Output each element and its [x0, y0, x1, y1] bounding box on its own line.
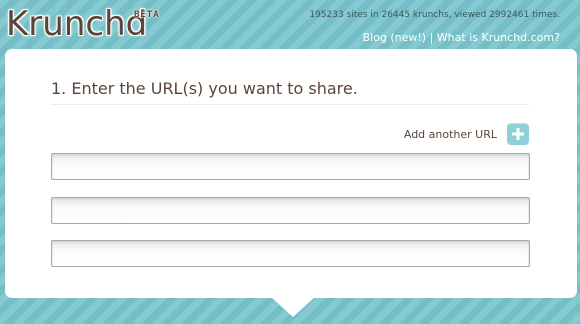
add-another-url[interactable]: Add another URL [404, 123, 529, 145]
blog-link[interactable]: Blog (new!) [363, 31, 427, 44]
what-is-krunchd-link[interactable]: What is Krunchd.com? [437, 31, 560, 44]
url-entry-panel: 1. Enter the URL(s) you want to share. A… [5, 49, 577, 298]
site-stats: 195233 sites in 26445 krunchs, viewed 29… [309, 10, 560, 20]
beta-badge: BETA [134, 10, 160, 20]
link-separator: | [429, 31, 434, 44]
step-title: 1. Enter the URL(s) you want to share. [51, 79, 529, 105]
url-input-3[interactable] [51, 240, 530, 267]
add-url-label[interactable]: Add another URL [404, 128, 497, 141]
add-url-button[interactable] [507, 123, 529, 145]
url-input-1[interactable] [51, 153, 530, 180]
site-logo[interactable]: Krunchd [6, 4, 147, 44]
url-input-2[interactable] [51, 197, 530, 224]
panel-pointer [271, 297, 315, 317]
header-links: Blog (new!) | What is Krunchd.com? [363, 31, 560, 44]
plus-icon [512, 128, 524, 140]
